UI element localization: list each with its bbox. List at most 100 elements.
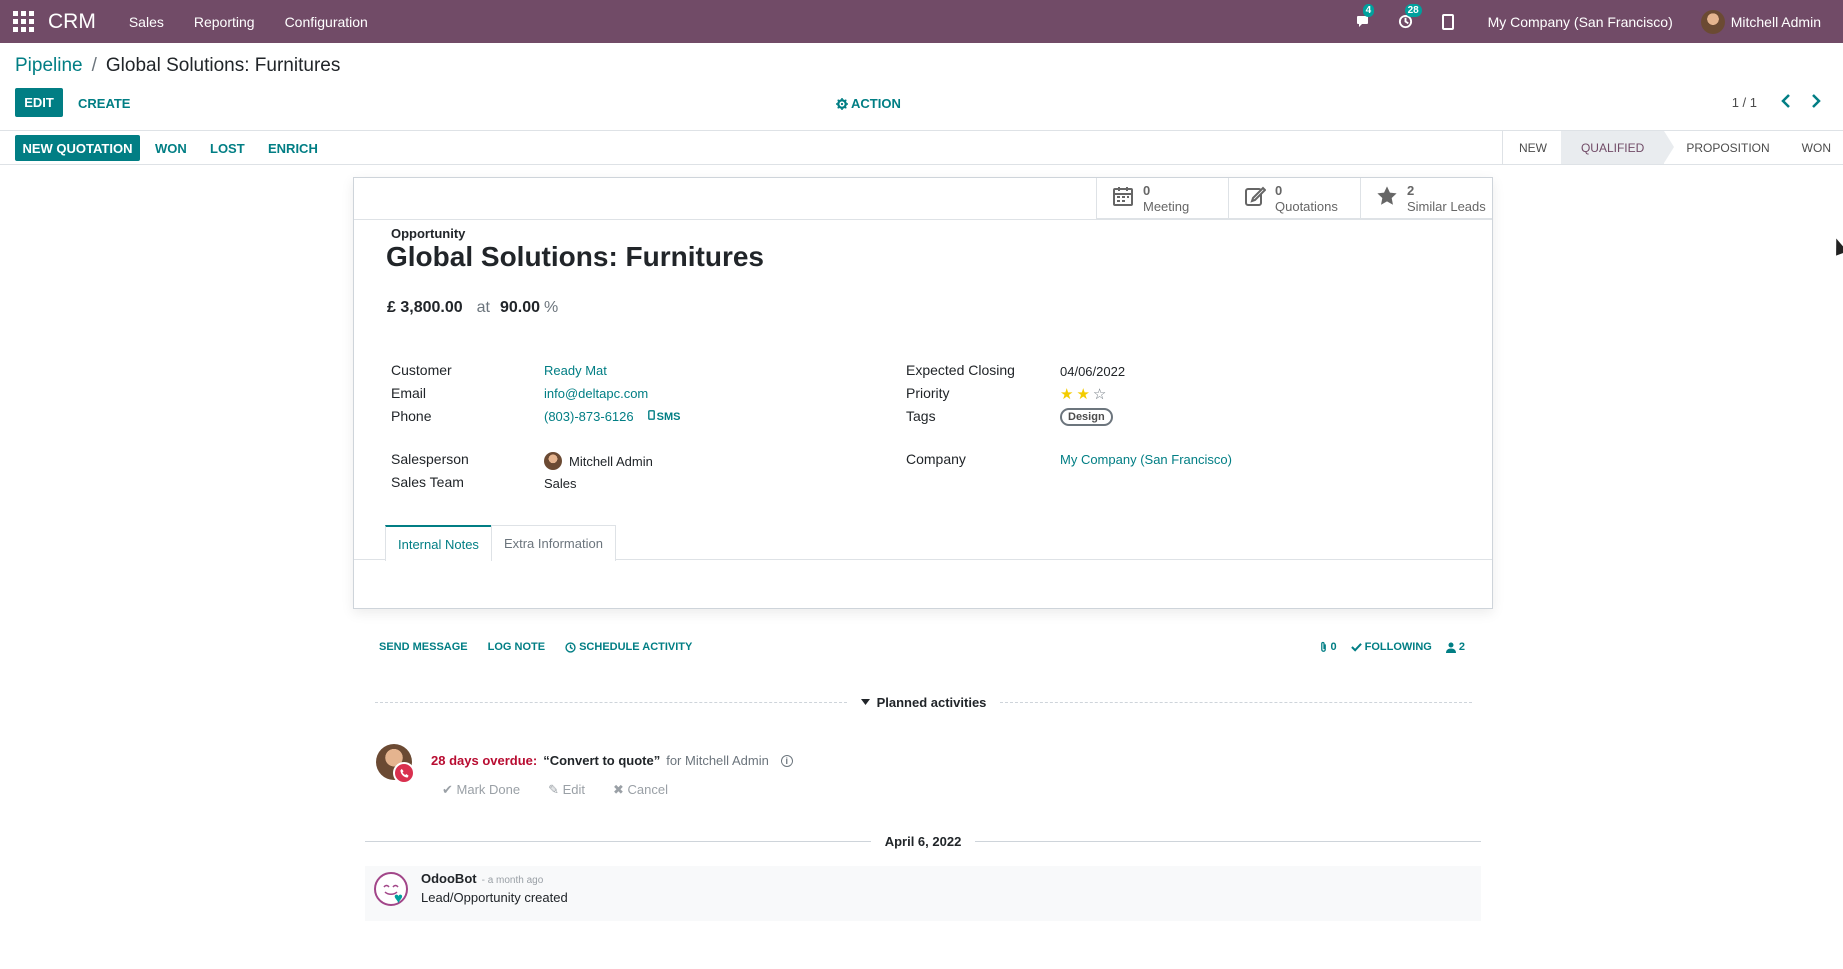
tab-extra-information[interactable]: Extra Information: [490, 525, 616, 561]
messaging-menu[interactable]: 4: [1354, 3, 1375, 32]
chat-bubbles-icon: [1356, 15, 1368, 27]
mark-done-button[interactable]: ✔ Mark Done: [442, 782, 534, 798]
phone-menu[interactable]: [1438, 12, 1458, 32]
edit-activity-button[interactable]: ✎ Edit: [548, 782, 599, 798]
caret-down-icon: [860, 699, 870, 705]
company-link[interactable]: My Company (San Francisco): [1060, 452, 1232, 467]
customer-link[interactable]: Ready Mat: [544, 363, 607, 378]
message-author[interactable]: OdooBot: [421, 871, 477, 886]
stage-qualified[interactable]: QUALIFIED: [1560, 131, 1675, 164]
following-label: FOLLOWING: [1364, 641, 1432, 653]
new-quotation-button[interactable]: NEW QUOTATION: [15, 135, 140, 161]
tags-field[interactable]: Design: [1060, 408, 1113, 426]
company-switcher[interactable]: My Company (San Francisco): [1488, 14, 1673, 30]
priority-star-2-icon[interactable]: ★: [1076, 385, 1089, 403]
menu-reporting[interactable]: Reporting: [194, 14, 255, 30]
stage-new[interactable]: NEW: [1503, 131, 1561, 164]
activity-assignee: for Mitchell Admin: [666, 753, 769, 768]
meeting-smart-button[interactable]: 0 Meeting: [1096, 178, 1228, 219]
app-brand[interactable]: CRM: [48, 10, 96, 34]
probability-value[interactable]: 90.00: [500, 299, 540, 317]
gear-icon: [836, 97, 848, 110]
salesperson-avatar: [544, 452, 562, 470]
pager-previous[interactable]: [1781, 92, 1791, 113]
schedule-activity-button[interactable]: SCHEDULE ACTIVITY: [565, 641, 692, 653]
planned-activities-separator[interactable]: Planned activities: [375, 692, 1473, 712]
activity-summary: “Convert to quote”: [543, 753, 661, 768]
star-icon: [1375, 185, 1399, 213]
edit-activity-label: Edit: [562, 782, 586, 797]
expected-closing-value[interactable]: 04/06/2022: [1060, 364, 1125, 379]
opportunity-title[interactable]: Global Solutions: Furnitures: [386, 241, 764, 273]
create-button[interactable]: CREATE: [78, 96, 130, 111]
stage-proposition[interactable]: PROPOSITION: [1664, 131, 1783, 164]
separator-line-right: [1000, 701, 1473, 703]
quotations-label: Quotations: [1275, 198, 1338, 214]
user-menu[interactable]: Mitchell Admin: [1700, 9, 1821, 34]
lost-button[interactable]: LOST: [210, 141, 245, 156]
won-button[interactable]: WON: [155, 141, 187, 156]
pencil-square-icon: [1243, 185, 1267, 213]
phone-link[interactable]: (803)-873-6126: [544, 409, 634, 424]
at-label: at: [476, 299, 490, 316]
salesperson-name: Mitchell Admin: [569, 453, 653, 469]
navbar-systray: 4 28 My Company (San Francisco) Mitchell…: [1346, 0, 1843, 43]
expected-revenue[interactable]: £ 3,800.00: [387, 299, 463, 317]
stage-won[interactable]: WON: [1784, 131, 1843, 164]
message-date: - a month ago: [481, 875, 544, 886]
app-menu-icon[interactable]: [12, 11, 34, 33]
quotations-smart-button[interactable]: 0 Quotations: [1228, 178, 1360, 219]
edit-button[interactable]: EDIT: [15, 88, 63, 117]
activity-header: 28 days overdue: “Convert to quote” for …: [431, 753, 793, 768]
planned-activities-toggle[interactable]: Planned activities: [860, 695, 986, 710]
following-button[interactable]: FOLLOWING: [1350, 641, 1432, 653]
message-author-line: OdooBot - a month ago: [421, 871, 543, 886]
user-avatar: [1700, 9, 1725, 34]
cancel-activity-label: Cancel: [627, 782, 668, 797]
sms-button[interactable]: SMS: [647, 410, 681, 423]
send-message-button[interactable]: SEND MESSAGE: [379, 641, 468, 653]
user-icon: [1445, 642, 1456, 653]
notebook-tabs: Internal Notes Extra Information: [385, 525, 616, 561]
sms-label: SMS: [656, 411, 681, 423]
clock-icon: [565, 641, 576, 653]
enrich-button[interactable]: ENRICH: [268, 141, 318, 156]
user-name: Mitchell Admin: [1730, 13, 1821, 30]
email-link[interactable]: info@deltapc.com: [544, 386, 648, 401]
tag-badge: Design: [1060, 408, 1113, 426]
stage-selector: NEW QUALIFIED PROPOSITION WON: [1501, 131, 1843, 164]
form-statusbar: NEW QUOTATION WON LOST ENRICH NEW QUALIF…: [0, 130, 1843, 165]
mobile-icon: [647, 410, 655, 420]
menu-sales[interactable]: Sales: [129, 14, 164, 30]
customer-label: Customer: [391, 362, 452, 378]
info-icon[interactable]: i: [780, 754, 793, 767]
breadcrumb-pipeline[interactable]: Pipeline: [15, 55, 83, 77]
chatter-topbar: SEND MESSAGE LOG NOTE SCHEDULE ACTIVITY: [379, 641, 712, 653]
sales-team-value[interactable]: Sales: [544, 476, 577, 491]
salesperson-field[interactable]: Mitchell Admin: [544, 452, 653, 470]
cancel-activity-button[interactable]: ✖ Cancel: [613, 782, 682, 798]
activity-item: 28 days overdue: “Convert to quote” for …: [376, 744, 1466, 804]
similar-leads-smart-button[interactable]: 2 Similar Leads: [1360, 178, 1492, 219]
check-icon: [1350, 643, 1362, 652]
chevron-left-icon: [1781, 94, 1790, 108]
followers-button[interactable]: 2: [1445, 641, 1465, 653]
activity-menu[interactable]: 28: [1396, 3, 1422, 32]
attachments-button[interactable]: 0: [1319, 641, 1337, 653]
date-separator-label: April 6, 2022: [884, 833, 962, 849]
breadcrumb-current: Global Solutions: Furnitures: [105, 55, 341, 76]
log-note-button[interactable]: LOG NOTE: [488, 641, 545, 653]
action-button[interactable]: ACTION: [836, 96, 901, 111]
pager-value[interactable]: 1 / 1: [1732, 95, 1757, 110]
messages-badge: 4: [1362, 3, 1375, 17]
priority-star-1-icon[interactable]: ★: [1060, 385, 1073, 403]
priority-star-3-icon[interactable]: ☆: [1093, 385, 1106, 403]
calendar-icon: [1111, 185, 1135, 213]
tab-internal-notes[interactable]: Internal Notes: [385, 525, 492, 561]
pager-next[interactable]: [1811, 92, 1821, 113]
separator-line-left: [375, 701, 847, 703]
menu-configuration[interactable]: Configuration: [285, 14, 368, 30]
date-separator-line-right: [975, 840, 1482, 842]
chatter-topbar-right: 0 FOLLOWING 2: [1305, 641, 1465, 653]
salesperson-label: Salesperson: [391, 451, 469, 467]
